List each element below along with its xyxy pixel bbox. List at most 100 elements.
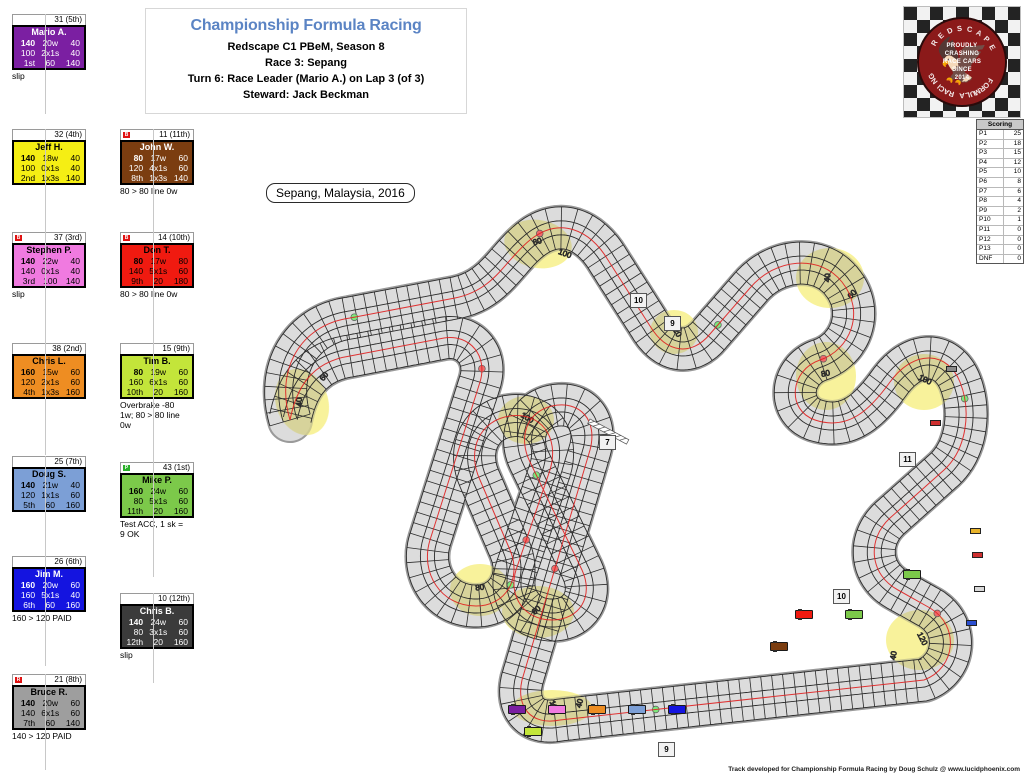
driver-value-3: 160 [65,600,80,610]
driver-value-2: 40 [70,48,80,58]
card-connector-line [153,593,154,683]
pit-car-token[interactable] [974,586,985,592]
driver-value-3: 160 [173,506,188,516]
driver-value: 40 [70,480,80,490]
driver-flag-icon: P [123,465,130,471]
driver-wear: 22w [42,256,59,266]
card-connector-line [45,456,46,556]
footer-credit: Track developed for Championship Formula… [728,766,1020,773]
card-connector-line [153,232,154,344]
driver-card[interactable]: B 37 (3rd) Stephen P. 140 22w 40 140 0x1s 40 3rd 1… [12,232,86,299]
driver-card[interactable]: 10 (12th) Chris B. 140 24w 60 80 3x1s 60 12th 20 1… [120,593,194,660]
driver-mid: 20 [153,276,163,286]
driver-card[interactable]: R 21 (8th) Bruce R. 140 20w 60 140 6x1s 60 7th 60 1… [12,674,86,741]
driver-speed-2: 100 [20,163,36,173]
driver-speed: 80 [133,153,144,163]
driver-wear: 24w [150,486,167,496]
pit-car-token[interactable] [946,366,957,372]
car-token[interactable] [548,704,566,715]
driver-stat-row-3: 9th 20 180 [122,276,192,286]
driver-position: 6th [23,600,36,610]
driver-value-2: 60 [178,627,188,637]
card-connector-line [45,556,46,666]
header-race: Race 3: Sepang [265,57,347,69]
driver-speed: 160 [20,580,36,590]
driver-number-position: 31 (5th) [54,15,82,24]
car-token[interactable] [845,609,863,620]
car-token[interactable] [795,609,813,620]
car-token[interactable] [903,569,921,580]
driver-value-2: 40 [70,266,80,276]
driver-value-3: 140 [65,173,80,183]
driver-value-3: 140 [65,276,80,286]
turn-number-marker: 7 [599,435,616,450]
driver-speed: 140 [20,38,36,48]
driver-stat-row-2: 160 6x1s 60 [122,377,192,387]
driver-card[interactable]: 31 (5th) Mario A. 140 20w 40 100 2x1s 40 1st 60 14… [12,14,86,81]
driver-wear: 19w [150,367,167,377]
driver-stat-row-3: 10th 20 160 [122,387,192,397]
pit-car-token[interactable] [970,528,981,534]
driver-value-3: 140 [65,718,80,728]
driver-card[interactable]: 32 (4th) Jeff H. 140 18w 40 100 0x1s 40 2nd 1x3s 1… [12,129,86,185]
driver-position: 2nd [20,173,36,183]
driver-card-body: Chris L. 160 15w 60 120 2x1s 60 4th 1x3s 160 [12,354,86,399]
track-map: 40608010012040608010012040608010012040 9… [230,120,1020,760]
driver-position: 5th [23,500,36,510]
car-token[interactable] [588,704,606,715]
driver-skill: 5x1s [149,496,168,506]
driver-card-body: John W. 80 17w 60 120 4x1s 60 8th 1x3s 140 [120,140,194,185]
driver-card[interactable]: 38 (2nd) Chris L. 160 15w 60 120 2x1s 60 4th 1x3s… [12,343,86,399]
car-token[interactable] [668,704,686,715]
driver-speed: 160 [128,486,144,496]
driver-flag-icon: B [15,235,22,241]
pit-car-token[interactable] [930,420,941,426]
driver-card[interactable]: 26 (6th) Jim M. 160 20w 60 160 5x1s 40 6th 60 160 1… [12,556,86,623]
driver-speed-2: 80 [133,627,144,637]
driver-card-body: Don T. 80 17w 80 140 5x1s 60 9th 20 180 [120,243,194,288]
driver-note: slip [12,289,25,299]
driver-card-body: Chris B. 140 24w 60 80 3x1s 60 12th 20 160 [120,604,194,649]
card-connector-line [45,343,46,455]
driver-number-position: 26 (6th) [54,557,82,566]
car-token[interactable] [628,704,646,715]
driver-stat-row-3: 7th 60 140 [14,718,84,728]
driver-note: 140 > 120 PAID [12,731,72,741]
driver-mid: 60 [45,600,55,610]
driver-name: Stephen P. [26,245,72,255]
driver-name: Tim B. [143,356,171,366]
driver-card-body: Mario A. 140 20w 40 100 2x1s 40 1st 60 140 [12,25,86,70]
driver-value-2: 60 [178,163,188,173]
driver-card[interactable]: 15 (9th) Tim B. 80 19w 60 160 6x1s 60 10th 20 160 O… [120,343,194,430]
driver-name: Doug S. [32,469,66,479]
driver-card[interactable]: P 43 (1st) Mike P. 160 24w 60 80 5x1s 60 11th 20 16… [120,462,194,539]
driver-value: 60 [70,367,80,377]
driver-stat-row-2: 100 0x1s 40 [14,163,84,173]
driver-card[interactable]: 25 (7th) Doug S. 140 21w 40 120 1x1s 60 5th 60 160 [12,456,86,512]
driver-name: Jim M. [34,569,63,579]
turn-number-marker: 10 [630,293,647,308]
driver-position: 4th [23,387,36,397]
car-token[interactable] [508,704,526,715]
pit-car-token[interactable] [966,620,977,626]
driver-name: Jeff H. [35,142,63,152]
driver-number-position: 32 (4th) [54,130,82,139]
driver-card-header: R 21 (8th) [12,674,86,685]
pit-car-token[interactable] [972,552,983,558]
page-title: Championship Formula Racing [190,17,422,34]
driver-speed: 140 [20,480,36,490]
driver-skill: 5x1s [41,590,60,600]
driver-skill: 3x1s [149,627,168,637]
driver-skill: 2x1s [41,377,60,387]
driver-skill: 4x1s [149,163,168,173]
driver-card-header: 15 (9th) [120,343,194,354]
card-connector-line [153,129,154,234]
driver-stat-row-3: 11th 20 160 [122,506,192,516]
driver-card[interactable]: B 14 (10th) Don T. 80 17w 80 140 5x1s 60 9th 20 180… [120,232,194,299]
driver-wear: 20w [42,698,59,708]
page-header: Championship Formula Racing Redscape C1 … [145,8,467,114]
driver-value: 80 [178,256,188,266]
driver-card[interactable]: B 11 (11th) John W. 80 17w 60 120 4x1s 60 8th 1x3s… [120,129,194,196]
car-token[interactable] [770,641,788,652]
car-token[interactable] [524,726,542,737]
